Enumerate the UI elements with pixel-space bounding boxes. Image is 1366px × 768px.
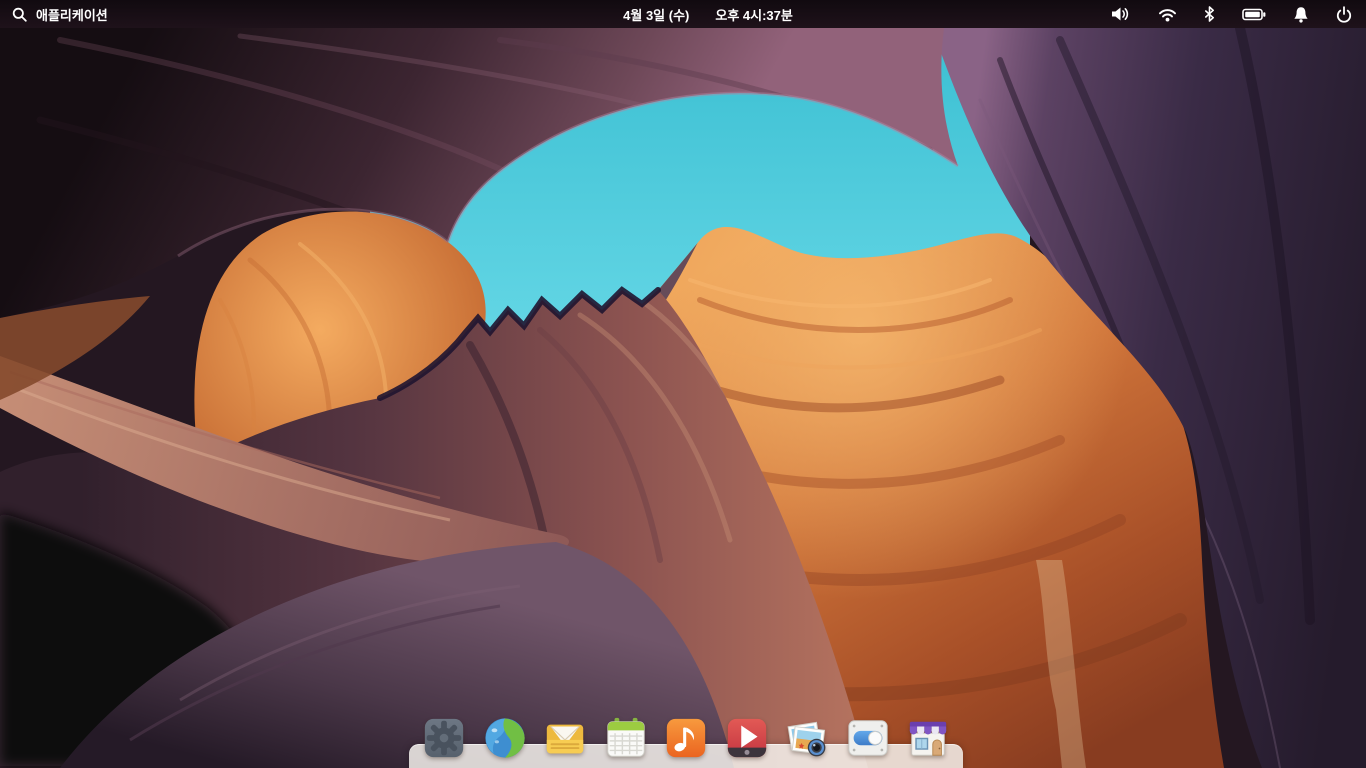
system-settings-gear-icon [424, 718, 464, 758]
dock-item-calendar[interactable] [602, 713, 650, 761]
top-panel: 애플리케이션 4월 3일 (수) 오후 4시:37분 [0, 0, 1366, 28]
desktop: 애플리케이션 4월 3일 (수) 오후 4시:37분 [0, 0, 1366, 768]
applications-menu-button[interactable]: 애플리케이션 [0, 0, 120, 28]
dock [409, 712, 963, 768]
battery-icon[interactable] [1242, 8, 1266, 21]
dock-item-music[interactable] [662, 713, 710, 761]
web-browser-globe-icon [484, 718, 525, 758]
music-note-icon [666, 718, 706, 758]
applications-menu-label: 애플리케이션 [36, 7, 108, 23]
dock-item-photos[interactable] [783, 713, 831, 761]
dock-item-appcenter[interactable] [904, 713, 952, 761]
power-icon[interactable] [1336, 5, 1352, 23]
switchboard-toggle-icon [847, 720, 888, 756]
dock-item-videos[interactable] [723, 713, 771, 761]
dock-item-mail[interactable] [541, 713, 589, 761]
wifi-icon[interactable] [1158, 7, 1177, 22]
dock-item-web-browser[interactable] [481, 713, 529, 761]
datetime-widget[interactable]: 4월 3일 (수) 오후 4시:37분 [623, 0, 793, 28]
mail-icon [546, 724, 584, 754]
notifications-bell-icon[interactable] [1293, 6, 1309, 23]
photos-icon [787, 721, 826, 757]
calendar-icon [606, 717, 645, 757]
wallpaper [0, 0, 1366, 768]
time-label: 오후 4시:37분 [715, 7, 793, 23]
appcenter-storefront-icon [909, 721, 947, 756]
dock-icons-row [409, 713, 963, 761]
dock-item-switchboard[interactable] [844, 713, 892, 761]
videos-play-icon [727, 718, 766, 758]
bluetooth-icon[interactable] [1204, 6, 1215, 22]
dock-item-system-settings[interactable] [420, 713, 468, 761]
date-label: 4월 3일 (수) [623, 7, 690, 23]
volume-icon[interactable] [1110, 6, 1131, 22]
system-tray [1110, 0, 1366, 28]
search-icon [12, 7, 27, 22]
